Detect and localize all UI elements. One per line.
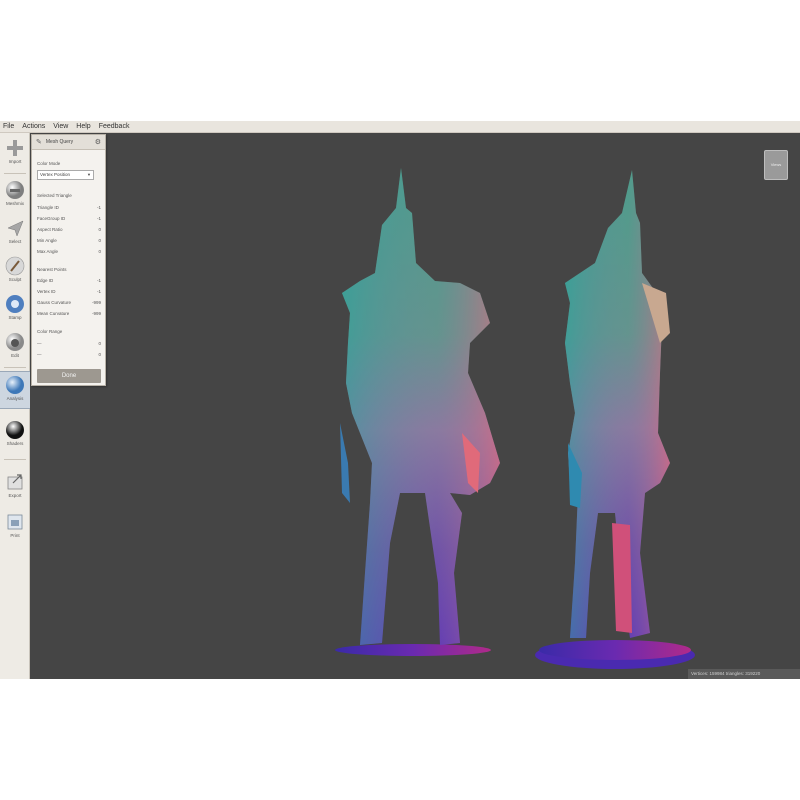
tool-edit[interactable]: Edit (0, 329, 30, 365)
menu-view[interactable]: View (53, 123, 68, 130)
color-mode-label: Color Mode (37, 161, 61, 166)
info-row: Triangle ID -1 (37, 205, 101, 210)
color-mode-select[interactable]: Vertex Position ▼ (37, 170, 94, 180)
mesh-query-panel: ✎ Mesh Query ⚙ Color Mode Vertex Positio… (31, 134, 106, 386)
analysis-icon (6, 376, 24, 394)
status-bar: Vertices: 159984 triangles: 319220 (688, 669, 800, 679)
info-row: Mean Curvature -999 (37, 311, 101, 316)
tool-shaders[interactable]: Shaders (0, 417, 30, 453)
tool-label: Sculpt (8, 277, 22, 282)
info-row: Gauss Curvature -999 (37, 300, 101, 305)
toolbar-divider (4, 459, 26, 460)
edit-sphere-icon (6, 333, 24, 351)
model-view (335, 168, 695, 669)
figure-front[interactable] (335, 168, 500, 656)
menu-file[interactable]: File (3, 123, 14, 130)
meshmix-icon (6, 181, 24, 199)
gear-icon[interactable]: ⚙ (95, 138, 101, 146)
tool-export[interactable]: Export (0, 469, 30, 505)
tool-label: Import (8, 159, 22, 164)
tool-meshmix[interactable]: Meshmix (0, 177, 30, 213)
select-arrow-icon (7, 220, 24, 237)
nearest-points-heading: Nearest Points (37, 267, 67, 272)
3d-viewport[interactable]: Views Vertices: 159984 triangles: 319220 (30, 133, 800, 679)
info-row: Aspect Ratio 0 (37, 227, 101, 232)
panel-header: ✎ Mesh Query ⚙ (32, 135, 105, 150)
pencil-icon: ✎ (36, 139, 42, 146)
export-icon (7, 474, 23, 490)
print-icon (7, 514, 23, 530)
tool-import[interactable]: Import (0, 135, 30, 171)
tool-label: Analysis (6, 396, 24, 401)
tool-label: Export (8, 493, 22, 498)
tool-label: Shaders (6, 441, 24, 446)
meshmixer-app: File Actions View Help Feedback Import M… (0, 121, 800, 679)
figure-angled[interactable] (535, 170, 695, 669)
toolbar-divider (4, 173, 26, 174)
menu-actions[interactable]: Actions (22, 123, 45, 130)
done-button[interactable]: Done (37, 369, 101, 383)
info-row: Min Angle 0 (37, 238, 101, 243)
view-cube-button[interactable]: Views (764, 150, 788, 180)
tool-label: Stamp (8, 315, 22, 320)
info-row: —0 (37, 341, 101, 346)
tool-label: Edit (11, 353, 19, 358)
menu-help[interactable]: Help (76, 123, 90, 130)
tool-stamp[interactable]: Stamp (0, 291, 30, 327)
tool-label: Meshmix (5, 201, 24, 206)
selected-triangle-heading: Selected Triangle (37, 193, 72, 198)
info-row: —0 (37, 352, 101, 357)
info-row: Max Angle 0 (37, 249, 101, 254)
info-row: FaceGroup ID -1 (37, 216, 101, 221)
tool-print[interactable]: Print (0, 509, 30, 545)
color-range-heading: Color Range (37, 329, 63, 334)
toolbar-divider (4, 367, 26, 368)
tool-label: Print (10, 533, 20, 538)
info-row: Vertex ID -1 (37, 289, 101, 294)
info-row: Edge ID -1 (37, 278, 101, 283)
panel-title: Mesh Query (45, 139, 74, 145)
tool-sidebar: Import Meshmix Select Sculpt Stamp Edit … (0, 133, 30, 679)
tool-select[interactable]: Select (0, 215, 30, 251)
tool-sculpt[interactable]: Sculpt (0, 253, 30, 289)
plus-icon (7, 140, 23, 156)
color-mode-value: Vertex Position (40, 172, 71, 177)
brush-icon (5, 256, 25, 276)
stamp-icon (6, 295, 24, 313)
shaders-sphere-icon (6, 421, 24, 439)
chevron-down-icon: ▼ (87, 172, 91, 177)
menu-feedback[interactable]: Feedback (99, 123, 130, 130)
tool-label: Select (8, 239, 22, 244)
menu-bar: File Actions View Help Feedback (0, 121, 800, 133)
tool-analysis[interactable]: Analysis (0, 371, 30, 409)
